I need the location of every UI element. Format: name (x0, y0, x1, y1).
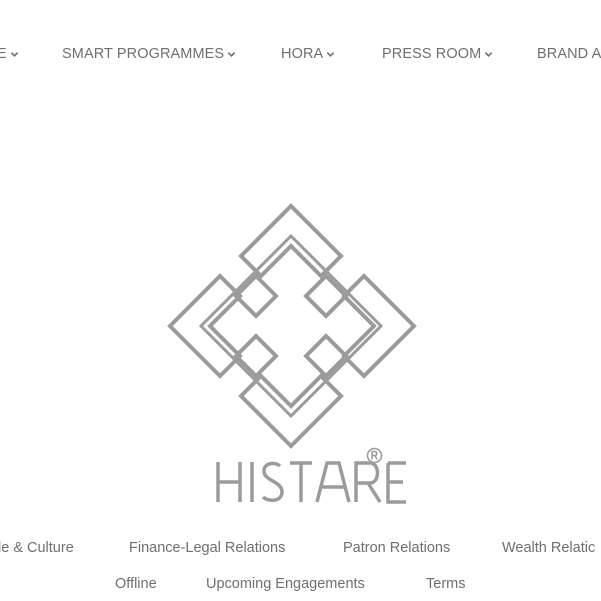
nav-item-label: PRESS ROOM (382, 46, 482, 62)
histare-wordmark (216, 461, 406, 504)
footer-link-upcoming-engagements[interactable]: Upcoming Engagements (206, 576, 365, 592)
footer-link-finance-legal-relations[interactable]: Finance-Legal Relations (129, 540, 285, 556)
registered-mark-icon (366, 447, 383, 464)
interlocking-diamond-knot-icon (167, 203, 417, 504)
footer-link-lifestyle-culture[interactable]: le & Culture (0, 540, 74, 556)
top-navigation: E SMART PROGRAMMES HORA PRESS ROOM BRAND… (0, 46, 601, 68)
nav-item-smart-programmes[interactable]: SMART PROGRAMMES (62, 46, 236, 62)
nav-item-label: HORA (281, 46, 324, 62)
nav-item-hora[interactable]: HORA (281, 46, 335, 62)
chevron-down-icon (326, 50, 335, 59)
nav-item-label: BRAND A (537, 46, 601, 62)
footer-link-terms[interactable]: Terms (426, 576, 465, 592)
chevron-down-icon (227, 50, 236, 59)
page: E SMART PROGRAMMES HORA PRESS ROOM BRAND… (0, 0, 601, 601)
nav-item-partial-left[interactable]: E (0, 46, 19, 62)
footer-links-row-2: Offline Upcoming Engagements Terms (0, 576, 601, 596)
chevron-down-icon (10, 50, 19, 59)
nav-item-label: SMART PROGRAMMES (62, 46, 225, 62)
footer-link-offline[interactable]: Offline (115, 576, 157, 592)
footer-link-wealth-relations[interactable]: Wealth Relatic (502, 540, 595, 556)
brand-logo[interactable] (160, 200, 425, 510)
footer-links-row-1: le & Culture Finance-Legal Relations Pat… (0, 540, 601, 560)
nav-item-press-room[interactable]: PRESS ROOM (382, 46, 493, 62)
nav-item-brand-partial-right[interactable]: BRAND A (537, 46, 601, 62)
nav-item-label: E (0, 46, 7, 62)
footer-link-patron-relations[interactable]: Patron Relations (343, 540, 450, 556)
chevron-down-icon (484, 50, 493, 59)
